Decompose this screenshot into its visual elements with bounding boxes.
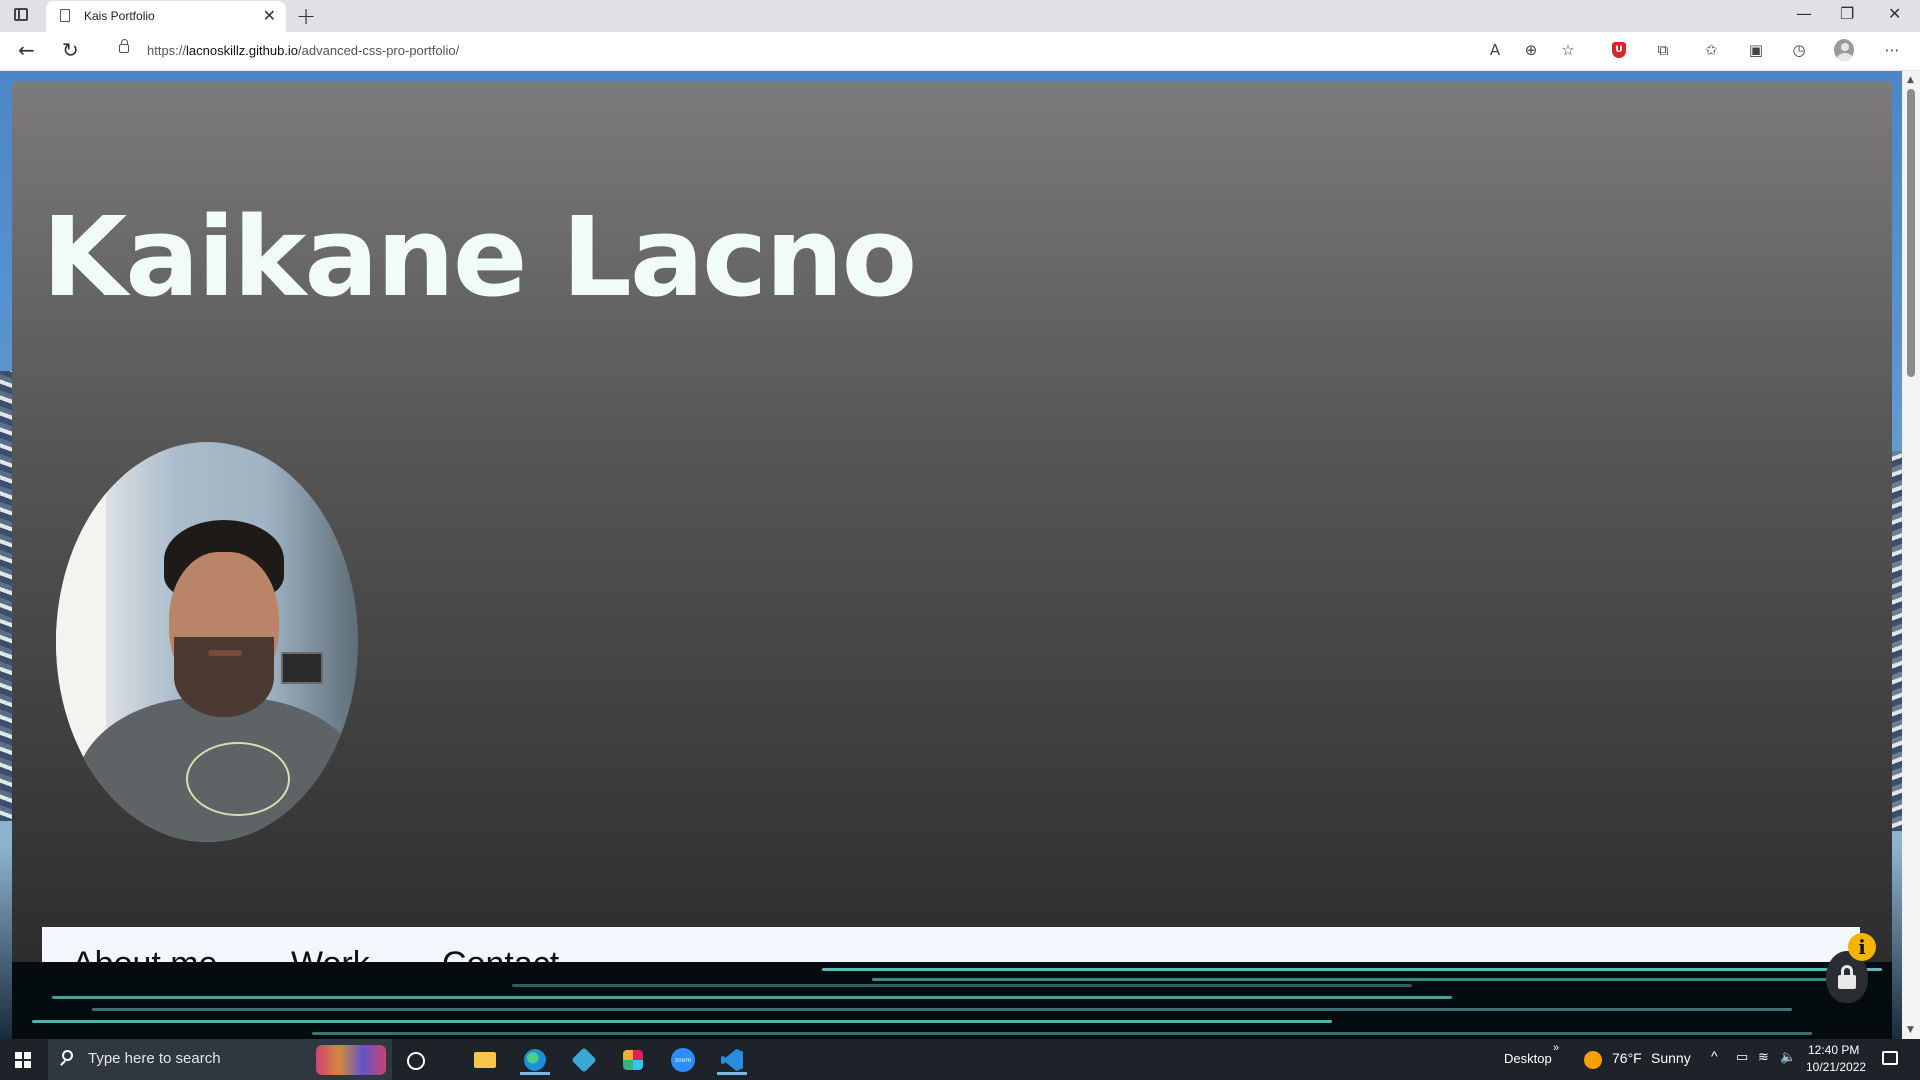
toolbar-expand-icon[interactable]: » [1553,1042,1559,1054]
tab-bar: Kais Portfolio ✕ + — ❐ ✕ [0,0,1920,32]
tab-actions-icon[interactable] [12,7,34,25]
page-title: Kaikane Lacno [42,193,917,321]
hero-header: Kaikane Lacno [12,82,1892,962]
address-toolbar: ← ↻ https://lacnoskillz.github.io/advanc… [0,32,1920,71]
taskbar-search[interactable]: Type here to search [48,1039,392,1080]
code-background-strip [12,962,1892,1039]
adblock-shield-icon[interactable]: U [1609,40,1629,60]
weather-desc[interactable]: Sunny [1651,1050,1691,1066]
meet-now-icon[interactable]: ▭ [1736,1049,1748,1065]
url-prefix: https:// [147,43,187,58]
tab-close-icon[interactable]: ✕ [263,6,276,25]
page-viewport: Kaikane Lacno About me Work Contact i [0,71,1902,1039]
search-highlight-image [316,1045,386,1075]
cortana-icon[interactable] [407,1052,425,1070]
scroll-up-icon[interactable]: ▲ [1907,75,1914,85]
network-icon[interactable]: ≋ [1758,1049,1769,1065]
history-icon[interactable]: ◷ [1789,40,1809,60]
zoom-icon[interactable]: ⊕ [1521,40,1541,60]
clock-date[interactable]: 10/21/2022 [1806,1060,1866,1074]
new-tab-button[interactable]: + [296,2,316,30]
windows-start-icon[interactable] [15,1052,31,1068]
url-bar[interactable]: https://lacnoskillz.github.io/advanced-c… [103,36,1583,66]
back-icon[interactable]: ← [18,38,35,62]
lock-icon[interactable] [119,39,129,53]
weather-temp[interactable]: 76°F [1612,1050,1642,1066]
close-window-button[interactable]: ✕ [1888,4,1901,23]
notifications-icon[interactable] [1882,1051,1898,1065]
url-domain: lacnoskillz.github.io [186,43,299,58]
desktop-toolbar-label[interactable]: Desktop [1504,1051,1552,1066]
vscode-icon[interactable] [717,1045,747,1075]
minimize-button[interactable]: — [1796,4,1812,23]
extensions-icon[interactable]: ⧉ [1653,40,1673,60]
search-placeholder: Type here to search [88,1050,221,1067]
refresh-icon[interactable]: ↻ [62,38,79,62]
scroll-down-icon[interactable]: ▼ [1907,1025,1914,1035]
weather-sun-icon[interactable] [1584,1051,1602,1069]
favorites-icon[interactable]: ✩ [1701,40,1721,60]
favorite-star-icon[interactable]: ☆ [1558,40,1578,60]
collections-icon[interactable]: ▣ [1746,40,1766,60]
volume-icon[interactable]: 🔈 [1780,1049,1796,1065]
tray-overflow-icon[interactable]: ^ [1711,1048,1718,1064]
read-aloud-icon[interactable]: A [1485,40,1505,60]
info-badge-icon[interactable]: i [1848,933,1876,961]
search-icon [62,1050,73,1061]
more-menu-icon[interactable]: ⋯ [1882,40,1902,60]
tab-title: Kais Portfolio [84,9,155,23]
file-explorer-icon[interactable] [470,1045,500,1075]
profile-photo [56,442,358,842]
restore-button[interactable]: ❐ [1840,4,1854,23]
clock-time[interactable]: 12:40 PM [1808,1043,1859,1057]
tab-active[interactable]: Kais Portfolio ✕ [46,1,286,32]
profile-avatar[interactable] [1834,39,1854,61]
vertical-scrollbar[interactable]: ▲ ▼ [1902,71,1920,1039]
scrollbar-thumb[interactable] [1907,89,1915,377]
slack-icon[interactable] [618,1045,648,1075]
zoom-icon[interactable]: zoom [668,1045,698,1075]
url-text[interactable]: https://lacnoskillz.github.io/advanced-c… [147,43,459,58]
gitkraken-icon[interactable] [569,1045,599,1075]
url-path: /advanced-css-pro-portfolio/ [298,43,460,58]
edge-browser-icon[interactable] [520,1045,550,1075]
page-icon [60,9,70,22]
windows-taskbar: Type here to search zoom Desktop » 76°F … [0,1039,1920,1080]
